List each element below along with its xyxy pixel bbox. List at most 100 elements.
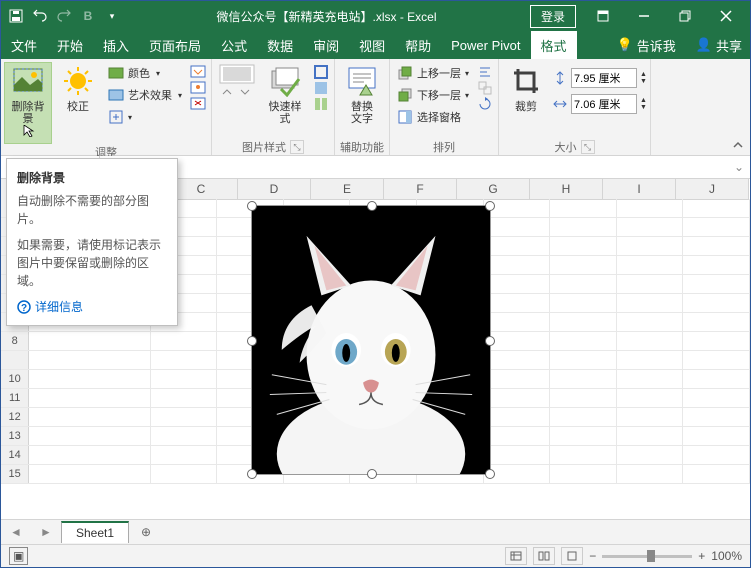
undo-icon[interactable] xyxy=(29,5,51,27)
cell[interactable] xyxy=(617,275,684,293)
cell[interactable] xyxy=(683,465,750,483)
tab-format[interactable]: 格式 xyxy=(531,31,577,59)
restore-icon[interactable] xyxy=(665,2,705,30)
cell[interactable] xyxy=(550,218,617,236)
sheet-tab[interactable]: Sheet1 xyxy=(61,521,129,543)
height-down-icon[interactable]: ▼ xyxy=(640,78,647,85)
selection-pane-button[interactable]: 选择窗格 xyxy=(393,106,473,128)
cell[interactable] xyxy=(617,294,684,312)
tab-page-layout[interactable]: 页面布局 xyxy=(139,31,211,59)
dialog-launcher-icon[interactable]: ⤡ xyxy=(290,140,304,154)
col-header[interactable]: E xyxy=(311,179,384,199)
cell[interactable] xyxy=(683,446,750,464)
cell[interactable] xyxy=(683,256,750,274)
page-layout-view-icon[interactable] xyxy=(533,547,555,565)
cell[interactable] xyxy=(683,351,750,369)
cell[interactable] xyxy=(484,427,551,445)
cell[interactable] xyxy=(484,370,551,388)
dialog-launcher-size-icon[interactable]: ⤡ xyxy=(581,140,595,154)
alt-text-button[interactable]: 替换 文字 xyxy=(338,62,386,128)
cell[interactable] xyxy=(617,389,684,407)
cell[interactable] xyxy=(29,427,150,445)
cell[interactable] xyxy=(484,446,551,464)
cell[interactable] xyxy=(151,446,218,464)
cell[interactable] xyxy=(683,408,750,426)
login-button[interactable]: 登录 xyxy=(530,5,576,28)
bring-forward-button[interactable]: 上移一层 ▾ xyxy=(393,62,473,84)
cell[interactable] xyxy=(484,275,551,293)
corrections-button[interactable]: 校正 xyxy=(54,62,102,116)
cell[interactable] xyxy=(683,370,750,388)
cell[interactable] xyxy=(617,427,684,445)
minimize-icon[interactable] xyxy=(624,2,664,30)
cell[interactable] xyxy=(617,332,684,350)
cell[interactable] xyxy=(550,408,617,426)
zoom-in-icon[interactable]: + xyxy=(698,549,705,563)
row-header[interactable]: 10 xyxy=(1,370,29,388)
col-header[interactable]: H xyxy=(530,179,603,199)
cell[interactable] xyxy=(683,237,750,255)
ribbon-display-icon[interactable] xyxy=(583,2,623,30)
col-header[interactable]: J xyxy=(676,179,749,199)
artistic-effects-button[interactable]: 艺术效果 ▾ xyxy=(104,84,186,106)
cell[interactable] xyxy=(683,294,750,312)
crop-button[interactable]: 裁剪 xyxy=(502,62,550,116)
cell[interactable] xyxy=(29,408,150,426)
width-down-icon[interactable]: ▼ xyxy=(640,104,647,111)
row-header[interactable]: 11 xyxy=(1,389,29,407)
height-up-icon[interactable]: ▲ xyxy=(640,71,647,78)
cell[interactable] xyxy=(617,237,684,255)
cell[interactable] xyxy=(617,370,684,388)
group-objects-icon[interactable] xyxy=(477,80,493,96)
cell[interactable] xyxy=(29,389,150,407)
cell[interactable] xyxy=(151,427,218,445)
cell[interactable] xyxy=(550,389,617,407)
col-header[interactable]: G xyxy=(457,179,530,199)
cell[interactable] xyxy=(617,218,684,236)
row-header[interactable]: 14 xyxy=(1,446,29,464)
picture-border-icon[interactable] xyxy=(313,64,329,80)
tell-me[interactable]: 告诉我 xyxy=(637,36,676,55)
col-header[interactable]: D xyxy=(238,179,311,199)
tab-data[interactable]: 数据 xyxy=(257,31,303,59)
cell[interactable] xyxy=(617,313,684,331)
align-icon[interactable] xyxy=(477,64,493,80)
cell[interactable] xyxy=(617,351,684,369)
cell[interactable] xyxy=(484,313,551,331)
cell[interactable] xyxy=(683,275,750,293)
cell[interactable] xyxy=(484,237,551,255)
zoom-out-icon[interactable]: − xyxy=(589,549,596,563)
cell[interactable] xyxy=(151,370,218,388)
compress-pictures-icon[interactable] xyxy=(190,64,206,80)
cell[interactable] xyxy=(550,294,617,312)
width-input[interactable] xyxy=(571,94,637,114)
quick-styles-button[interactable]: 快速样式 xyxy=(261,62,309,128)
tab-file[interactable]: 文件 xyxy=(1,31,47,59)
row-header[interactable]: 8 xyxy=(1,332,29,350)
row-header[interactable]: 12 xyxy=(1,408,29,426)
cell[interactable] xyxy=(151,408,218,426)
style-nav-up-icon[interactable] xyxy=(219,84,235,100)
color-button[interactable]: 颜色 ▾ xyxy=(104,62,186,84)
cell[interactable] xyxy=(550,237,617,255)
cell[interactable] xyxy=(29,370,150,388)
compress-transparency-row[interactable]: ▾ xyxy=(104,106,186,128)
cell[interactable] xyxy=(683,313,750,331)
cell[interactable] xyxy=(550,351,617,369)
cell[interactable] xyxy=(617,199,684,217)
cell[interactable] xyxy=(29,351,150,369)
width-up-icon[interactable]: ▲ xyxy=(640,97,647,104)
cell[interactable] xyxy=(29,332,150,350)
cell[interactable] xyxy=(550,446,617,464)
cell[interactable] xyxy=(550,275,617,293)
rotate-icon[interactable] xyxy=(477,96,493,112)
col-header[interactable]: I xyxy=(603,179,676,199)
cell[interactable] xyxy=(683,218,750,236)
cell[interactable] xyxy=(29,446,150,464)
bold-icon[interactable]: B xyxy=(77,5,99,27)
cell[interactable] xyxy=(484,389,551,407)
cell[interactable] xyxy=(550,465,617,483)
reset-picture-icon[interactable] xyxy=(190,96,206,112)
close-icon[interactable] xyxy=(706,2,746,30)
tab-formulas[interactable]: 公式 xyxy=(211,31,257,59)
